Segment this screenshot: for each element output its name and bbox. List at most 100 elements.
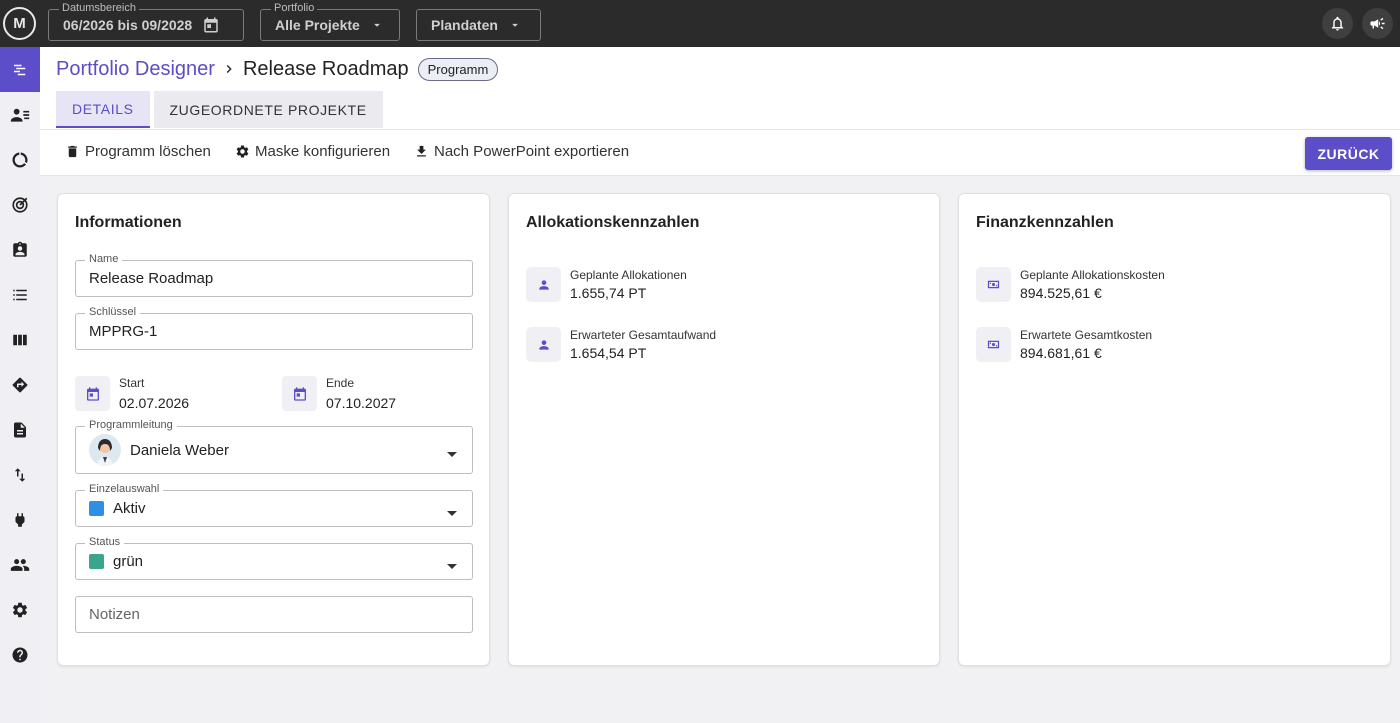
kpi-label: Erwartete Gesamtkosten [1020,328,1153,342]
sidebar-item-list[interactable] [0,272,40,317]
target-icon [12,196,28,213]
kpi-value: 894.681,61 € [1020,345,1102,361]
announcements-button[interactable] [1362,8,1393,39]
status-select[interactable]: Status grün [75,536,473,580]
page-header: Portfolio Designer Release Roadmap Progr… [40,47,1400,129]
info-card-title: Informationen [75,214,182,231]
key-field-value: MPPRG-1 [89,323,158,340]
swap-vertical-icon [14,467,26,482]
single-selection-select[interactable]: Einzelauswahl Aktiv [75,483,473,527]
columns-icon [13,334,27,345]
sidebar-item-users[interactable] [0,542,40,587]
export-powerpoint-button[interactable]: Nach PowerPoint exportieren [414,143,629,160]
directions-icon [12,376,28,392]
type-badge: Programm [417,57,499,81]
calendar-icon [282,376,317,411]
notes-placeholder: Notizen [89,606,140,623]
status-label: Status [85,536,125,549]
delete-program-label: Programm löschen [85,143,211,160]
program-lead-select[interactable]: Programmleitung Daniela Weber [75,419,473,474]
calendar-icon [202,16,220,34]
allocation-card-title: Allokationskennzahlen [526,214,700,231]
chevron-down-icon [446,505,458,522]
people-icon [10,558,30,571]
person-list-icon [10,108,30,122]
avatar [89,434,121,466]
list-icon [13,289,27,300]
chevron-down-icon [446,446,458,463]
sidebar-item-settings[interactable] [0,587,40,632]
tab-details[interactable]: DETAILS [56,91,150,128]
sidebar-item-help[interactable] [0,632,40,677]
help-icon [12,647,28,662]
key-field-label: Schlüssel [85,306,141,319]
date-range-field[interactable]: Datumsbereich 06/2026 bis 09/2028 [48,1,244,41]
notes-input[interactable]: Notizen [75,596,473,633]
chevron-right-icon [221,61,237,77]
kpi-expected-effort: Erwarteter Gesamtaufwand 1.654,54 PT [526,327,716,362]
configure-mask-button[interactable]: Maske konfigurieren [235,143,390,160]
gear-icon [12,602,28,617]
portfolio-value: Alle Projekte [275,17,360,33]
breadcrumb: Portfolio Designer Release Roadmap Progr… [56,56,499,82]
date-range-label: Datumsbereich [59,1,139,15]
status-color-swatch [89,554,104,569]
kpi-label: Geplante Allokationskosten [1020,268,1165,282]
kpi-planned-allocations: Geplante Allokationen 1.655,74 PT [526,267,687,302]
end-date-label: Ende [326,376,355,390]
notifications-button[interactable] [1322,8,1353,39]
selection-color-swatch [89,501,104,516]
info-card: Informationen Name Release Roadmap Schlü… [57,193,490,666]
name-field-value: Release Roadmap [89,270,214,287]
delete-program-button[interactable]: Programm löschen [65,143,211,160]
kpi-planned-allocation-costs: Geplante Allokationskosten 894.525,61 € [976,267,1165,302]
start-date-label: Start [119,376,145,390]
finance-card-title: Finanzkennzahlen [976,214,1114,231]
top-bar: M Datumsbereich 06/2026 bis 09/2028 Port… [0,0,1400,47]
plug-icon [15,512,25,527]
app-logo[interactable]: M [3,7,36,40]
back-button[interactable]: ZURÜCK [1305,137,1392,170]
donut-chart-icon [12,152,28,167]
portfolio-label: Portfolio [271,1,318,15]
page-title: Release Roadmap [242,57,409,80]
end-date[interactable]: Ende 07.10.2027 [282,376,396,411]
timeline-icon [14,64,26,75]
clipboard-person-icon [13,241,27,257]
sidebar-item-roadmap[interactable] [0,362,40,407]
sidebar-item-import-export[interactable] [0,452,40,497]
download-icon [417,145,426,157]
name-field[interactable]: Name Release Roadmap [75,253,473,297]
money-icon [976,327,1011,362]
data-source-select[interactable]: Plandaten [416,9,541,41]
data-source-value: Plandaten [431,17,498,33]
portfolio-select[interactable]: Portfolio Alle Projekte [260,1,400,41]
sidebar-item-resources[interactable] [0,92,40,137]
sidebar-item-integrations[interactable] [0,497,40,542]
end-date-value: 07.10.2027 [326,395,397,411]
sidebar-item-assignments[interactable] [0,227,40,272]
bell-icon [1331,16,1344,31]
chevron-down-icon [370,18,384,32]
sidebar-item-board[interactable] [0,317,40,362]
kpi-value: 1.655,74 PT [570,285,647,301]
date-range-value: 06/2026 bis 09/2028 [63,17,193,33]
export-powerpoint-label: Nach PowerPoint exportieren [434,143,630,160]
sidebar-item-portfolio-designer[interactable] [0,47,40,92]
sidebar-item-dashboard[interactable] [0,137,40,182]
start-date[interactable]: Start 02.07.2026 [75,376,189,411]
kpi-value: 1.654,54 PT [570,345,647,361]
money-icon [976,267,1011,302]
single-selection-value: Aktiv [113,500,146,517]
calendar-icon [75,376,110,411]
breadcrumb-parent-link[interactable]: Portfolio Designer [56,58,215,81]
sidebar-item-documents[interactable] [0,407,40,452]
key-field[interactable]: Schlüssel MPPRG-1 [75,306,473,350]
sidebar-item-goals[interactable] [0,182,40,227]
allocation-card: Allokationskennzahlen Geplante Allokatio… [508,193,940,666]
kpi-label: Erwarteter Gesamtaufwand [570,328,717,342]
tab-assigned-projects[interactable]: ZUGEORDNETE PROJEKTE [153,91,383,128]
kpi-expected-total-costs: Erwartete Gesamtkosten 894.681,61 € [976,327,1152,362]
configure-mask-label: Maske konfigurieren [255,143,391,160]
action-toolbar: Programm löschen Maske konfigurieren Nac… [40,129,1400,176]
